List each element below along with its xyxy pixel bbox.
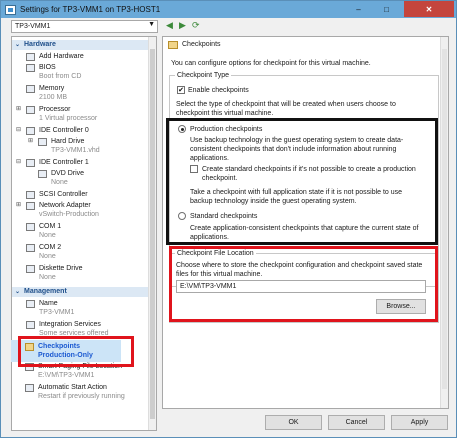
- vm-selector-value: TP3-VMM1: [15, 23, 51, 30]
- select-type-text: Select the type of checkpoint that will …: [176, 101, 396, 117]
- nav-toolbar: ◀ ▶ ⟳: [166, 20, 206, 32]
- hard-drive-icon: [38, 138, 47, 146]
- enable-checkpoints-label: Enable checkpoints: [188, 87, 249, 94]
- title-bar[interactable]: Settings for TP3-VMM1 on TP3-HOST1 – □ ✕: [1, 1, 456, 18]
- vm-selector-dropdown[interactable]: TP3-VMM1 ▼: [11, 20, 158, 33]
- tree-scrollbar-thumb[interactable]: [150, 49, 155, 419]
- enable-checkpoints-checkbox[interactable]: ✔: [177, 86, 185, 94]
- window-title: Settings for TP3-VMM1 on TP3-HOST1: [20, 5, 161, 14]
- diskette-icon: [26, 265, 35, 273]
- close-button[interactable]: ✕: [404, 1, 454, 17]
- annotation-highlight-file-location: [169, 246, 438, 322]
- ok-button[interactable]: OK: [265, 415, 322, 430]
- minimize-button[interactable]: –: [345, 1, 372, 17]
- expand-icon[interactable]: ⊞: [16, 105, 21, 112]
- tree-header-management[interactable]: ⌄ Management: [12, 287, 149, 297]
- controller-icon: [26, 159, 35, 167]
- collapse-icon: ⌄: [15, 42, 21, 48]
- controller-icon: [26, 127, 35, 135]
- panel-scrollbar[interactable]: [440, 37, 448, 408]
- refresh-icon[interactable]: ⟳: [192, 20, 200, 31]
- collapse-icon[interactable]: ⊟: [16, 158, 21, 165]
- dvd-icon: [38, 170, 47, 178]
- checkpoint-icon: [168, 40, 178, 49]
- apply-button[interactable]: Apply: [391, 415, 448, 430]
- forward-arrow-icon[interactable]: ▶: [179, 20, 186, 31]
- name-tag-icon: [26, 300, 35, 308]
- network-icon: [26, 202, 35, 210]
- port-icon: [26, 223, 35, 231]
- back-arrow-icon[interactable]: ◀: [166, 20, 173, 31]
- add-hardware-icon: [26, 53, 35, 61]
- tree-scrollbar[interactable]: [148, 37, 156, 430]
- chip-icon: [26, 64, 35, 72]
- expand-icon[interactable]: ⊞: [16, 201, 21, 208]
- maximize-button[interactable]: □: [373, 1, 400, 17]
- port-icon: [26, 244, 35, 252]
- checkpoint-type-title: Checkpoint Type: [175, 71, 232, 80]
- panel-scrollbar-thumb[interactable]: [442, 49, 447, 389]
- chevron-down-icon: ▼: [148, 21, 155, 28]
- intro-text: You can configure options for checkpoint…: [171, 60, 371, 67]
- tree-header-hardware[interactable]: ⌄ Hardware: [12, 40, 149, 50]
- controller-icon: [26, 191, 35, 199]
- auto-start-icon: [25, 384, 34, 392]
- annotation-highlight-checkpoints: [18, 336, 134, 367]
- settings-window: Settings for TP3-VMM1 on TP3-HOST1 – □ ✕…: [0, 0, 457, 438]
- panel-title: Checkpoints: [182, 41, 221, 48]
- panel-header: Checkpoints: [163, 37, 448, 52]
- collapse-icon[interactable]: ⊟: [16, 126, 21, 133]
- annotation-highlight-checkpoint-types: [166, 118, 438, 245]
- processor-icon: [26, 106, 35, 114]
- cancel-button[interactable]: Cancel: [328, 415, 385, 430]
- hyperv-app-icon: [5, 4, 16, 15]
- memory-icon: [26, 85, 35, 93]
- collapse-icon: ⌄: [15, 289, 21, 295]
- integration-icon: [26, 321, 35, 329]
- expand-icon[interactable]: ⊞: [28, 137, 33, 144]
